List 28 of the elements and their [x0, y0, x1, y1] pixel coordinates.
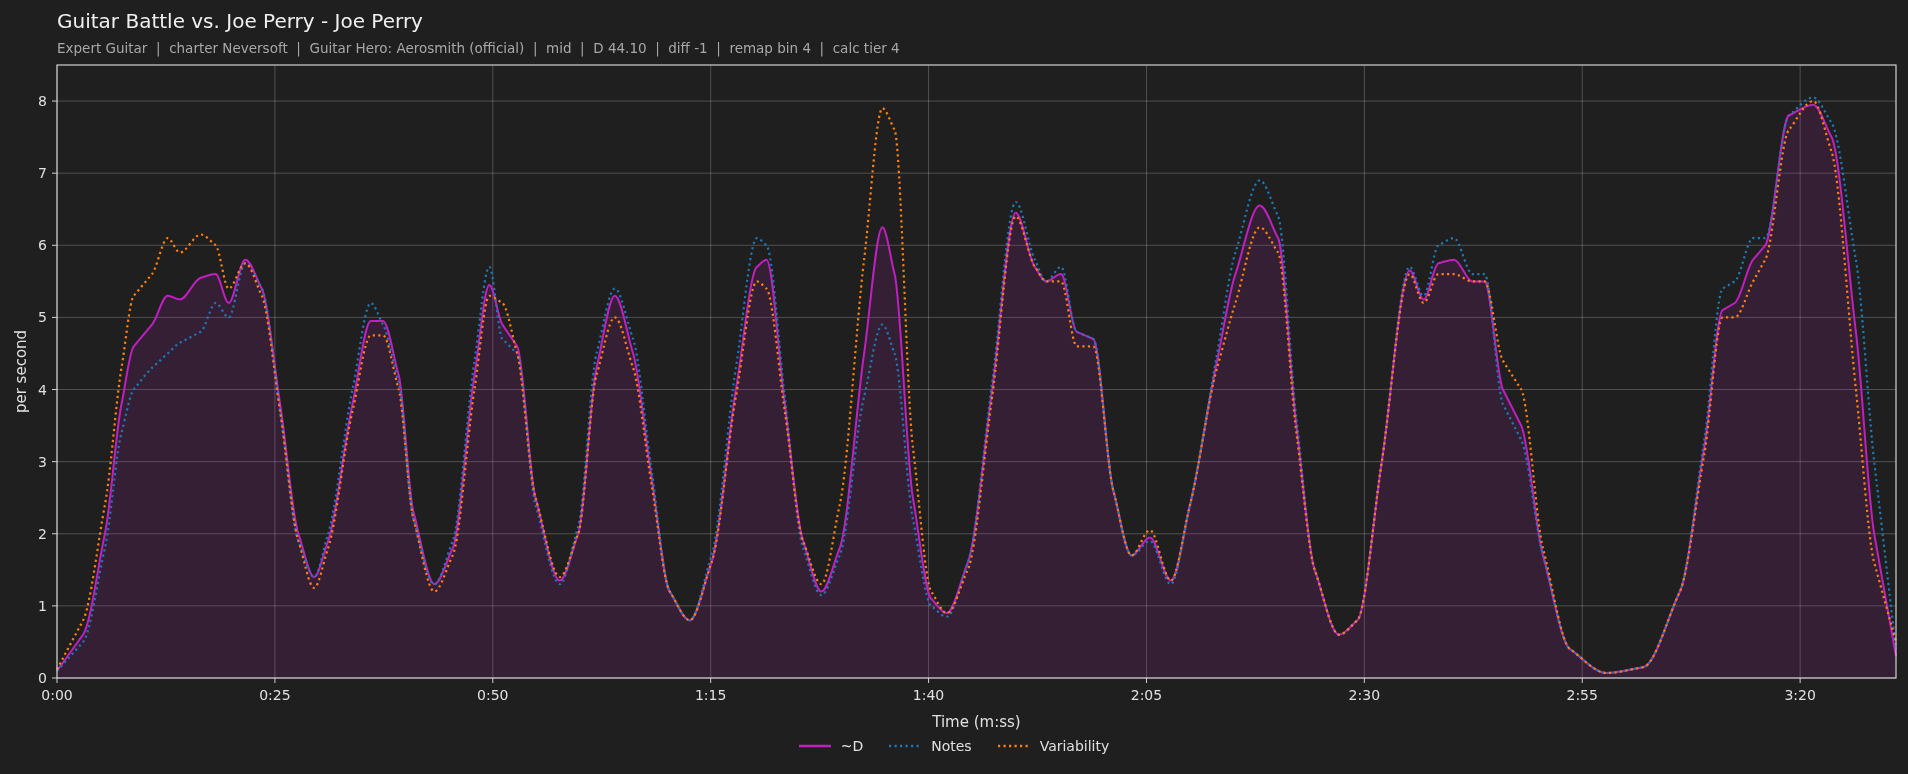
legend-label: Variability	[1039, 738, 1110, 754]
y-tick-label: 5	[38, 309, 47, 326]
legend-line-icon	[889, 744, 922, 748]
x-tick-label: 2:55	[1566, 687, 1598, 703]
x-axis-label: Time (m:ss)	[932, 713, 1021, 731]
legend-line-icon	[997, 744, 1030, 748]
chart-title: Guitar Battle vs. Joe Perry - Joe Perry	[57, 8, 424, 34]
legend-label: ~D	[840, 738, 864, 754]
y-axis-label: per second	[12, 329, 30, 414]
y-tick-label: 4	[38, 381, 47, 398]
x-tick-label: 1:15	[694, 687, 727, 703]
y-tick-label: 0	[38, 670, 47, 686]
y-tick-label: 3	[38, 453, 47, 470]
x-tick-label: 0:00	[41, 687, 73, 703]
y-tick-label: 1	[38, 597, 47, 614]
y-tick-label: 8	[38, 93, 47, 110]
x-tick-label: 3:20	[1784, 687, 1816, 703]
legend-label: Notes	[931, 738, 972, 754]
x-tick-label: 1:40	[912, 687, 945, 703]
x-tick-label: 0:25	[259, 687, 291, 703]
y-tick-label: 7	[38, 165, 47, 182]
x-tick-label: 0:50	[477, 687, 509, 703]
chart-subtitle: Expert Guitar | charter Neversoft | Guitar Hero: Aerosmith (official) | mid | D 44.10 | diff -1 | remap bin 4 | calc tier 4	[57, 39, 901, 58]
y-tick-label: 6	[38, 237, 47, 254]
x-tick-label: 2:05	[1130, 687, 1163, 703]
y-tick-label: 2	[38, 525, 47, 542]
legend-line-icon	[798, 744, 831, 748]
x-tick-label: 2:30	[1348, 687, 1381, 703]
